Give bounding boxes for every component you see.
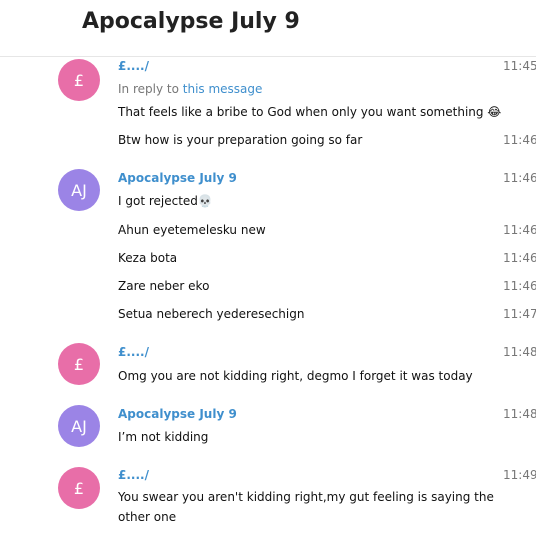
reply-prefix: In reply to	[118, 82, 179, 96]
message-time: 11:46	[503, 223, 536, 237]
message-text: I got rejected💀	[118, 194, 213, 208]
message-text: Keza bota	[118, 251, 178, 265]
message-time: 11:47	[503, 307, 536, 321]
sender-name[interactable]: Apocalypse July 9	[118, 407, 237, 421]
message-text: Btw how is your preparation going so far	[118, 133, 363, 147]
chat-header: Apocalypse July 9	[0, 0, 536, 57]
message-text: I’m not kidding	[118, 430, 209, 444]
message-time: 11:48	[503, 407, 536, 421]
avatar[interactable]: £	[58, 343, 100, 385]
message-time: 11:48	[503, 345, 536, 359]
message-time: 11:45	[503, 59, 536, 73]
chat-title: Apocalypse July 9	[82, 9, 300, 34]
message-text: Ahun eyetemelesku new	[118, 223, 266, 237]
message-time: 11:46	[503, 279, 536, 293]
avatar[interactable]: £	[58, 59, 100, 101]
sender-name[interactable]: Apocalypse July 9	[118, 171, 237, 185]
avatar[interactable]: AJ	[58, 169, 100, 211]
reply-reference: In reply to this message	[118, 82, 262, 96]
message-time: 11:46	[503, 133, 536, 147]
message-time: 11:46	[503, 251, 536, 265]
message-text: Zare neber eko	[118, 279, 210, 293]
sender-name[interactable]: £..../	[118, 59, 149, 73]
avatar[interactable]: £	[58, 467, 100, 509]
sender-name[interactable]: £..../	[118, 345, 149, 359]
message-text: You swear you aren't kidding right,my gu…	[118, 490, 494, 524]
avatar[interactable]: AJ	[58, 405, 100, 447]
message-text: That feels like a bribe to God when only…	[118, 105, 502, 119]
message-text: Omg you are not kidding right, degmo I f…	[118, 369, 473, 383]
reply-link[interactable]: this message	[183, 82, 263, 96]
message-time: 11:46	[503, 171, 536, 185]
message-time: 11:49	[503, 468, 536, 482]
message-text: Setua neberech yederesechign	[118, 307, 305, 321]
sender-name[interactable]: £..../	[118, 468, 149, 482]
